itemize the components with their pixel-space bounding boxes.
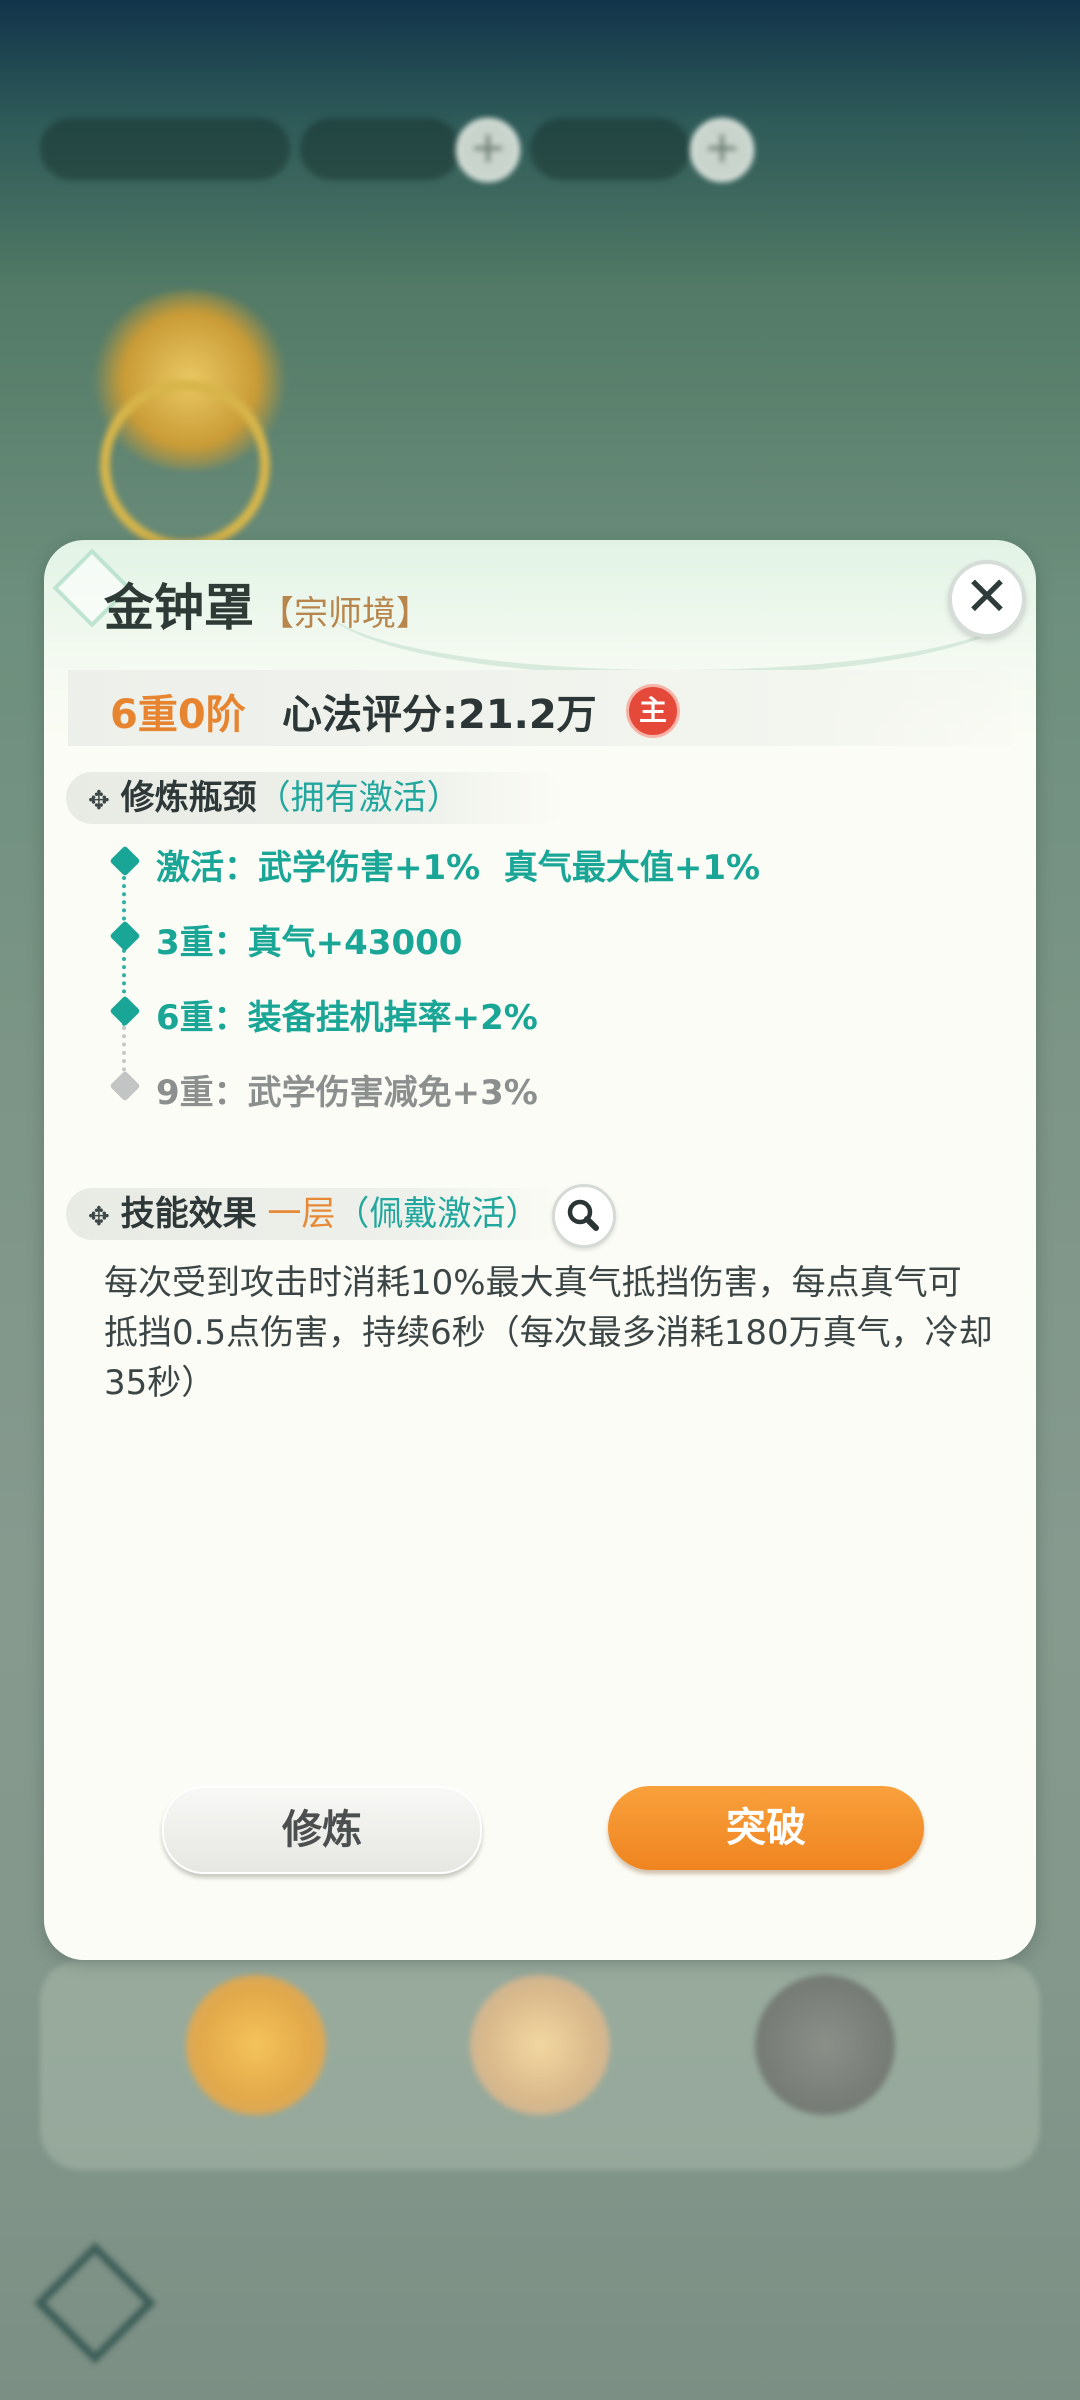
skill-slot-1 (186, 1975, 326, 2115)
skill-name: 金钟罩 (104, 579, 254, 637)
breakthrough-button[interactable]: 突破 (608, 1786, 924, 1870)
bonus-text: 9重：武学伤害减免+3% (156, 1073, 538, 1113)
bonus-text: 6重：装备挂机掉率+2% (156, 998, 538, 1038)
skill-effect-header: ✥ 技能效果 一层（佩戴激活） (66, 1188, 566, 1240)
active-node-icon (109, 995, 141, 1027)
dialog-title: 金钟罩 【宗师境】 (104, 568, 430, 640)
close-icon: ✕ (964, 565, 1010, 628)
score-band: 6重0阶 心法评分:21.2万 主 (68, 670, 1012, 746)
active-node-icon (109, 920, 141, 952)
skill-layer: 一层 (267, 1194, 336, 1234)
bottleneck-header: ✥ 修炼瓶颈（拥有激活） (66, 772, 566, 824)
search-button[interactable] (552, 1184, 616, 1248)
search-icon (567, 1199, 599, 1231)
skill-effect-label: 技能效果 (120, 1194, 257, 1234)
skill-level: 6重0阶 (110, 692, 246, 738)
sparkle-icon: ✥ (88, 1202, 110, 1232)
sparkle-icon: ✥ (88, 786, 110, 816)
currency-add-button-2: + (690, 118, 754, 182)
skill-description: 每次受到攻击时消耗10%最大真气抵挡伤害，每点真气可抵挡0.5点伤害，持续6秒（… (104, 1263, 993, 1403)
currency-pill-2 (530, 118, 690, 180)
bonus-text: 激活：武学伤害+1% 真气最大值+1% (156, 848, 761, 888)
skill-status: （佩戴激活） (335, 1194, 540, 1234)
skill-detail-dialog: 金钟罩 【宗师境】 ✕ 6重0阶 心法评分:21.2万 主 ✥ 修炼瓶颈（拥有激活… (44, 540, 1036, 1960)
character-ring (100, 380, 270, 550)
currency-pill-1 (300, 118, 460, 180)
skill-slot-2 (470, 1975, 610, 2115)
bottom-diamond-icon (34, 2242, 156, 2364)
active-node-icon (109, 845, 141, 877)
bottleneck-status: （拥有激活） (256, 778, 461, 818)
main-badge: 主 (626, 684, 680, 738)
skill-realm: 【宗师境】 (260, 594, 430, 634)
inactive-node-icon (109, 1070, 141, 1102)
cultivate-button[interactable]: 修炼 (162, 1786, 482, 1874)
player-info-pill (40, 118, 290, 180)
close-button[interactable]: ✕ (948, 560, 1026, 638)
currency-add-button-1: + (456, 118, 520, 182)
skill-score: 心法评分:21.2万 (282, 692, 597, 738)
bonus-text: 3重：真气+43000 (156, 923, 463, 963)
skill-slot-3 (755, 1975, 895, 2115)
bottleneck-label: 修炼瓶颈 (120, 778, 257, 818)
